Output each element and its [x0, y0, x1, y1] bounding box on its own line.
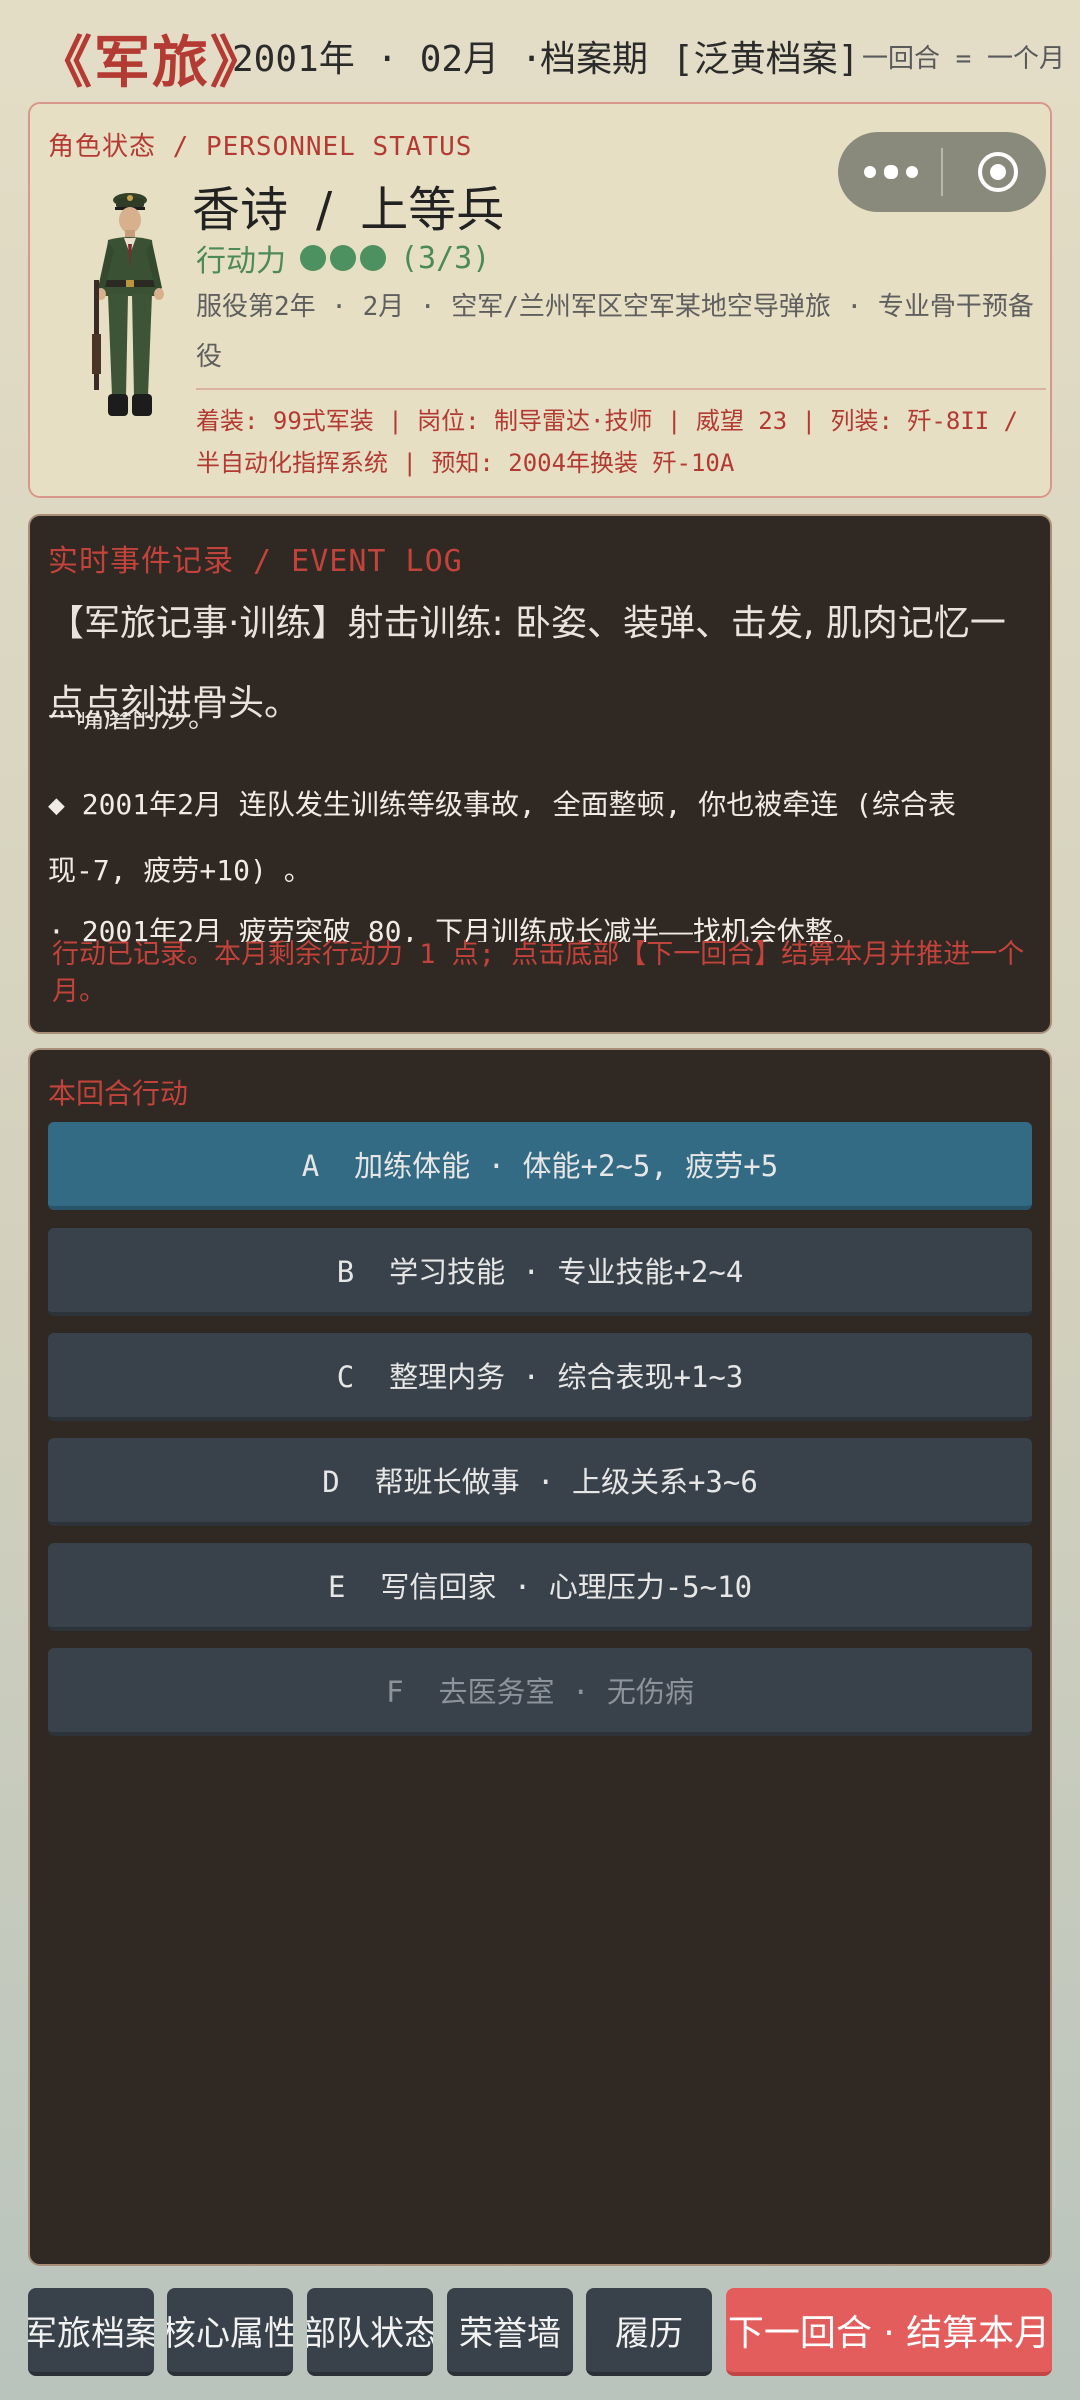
nav-tab-unit-status[interactable]: 部队状态 [307, 2288, 433, 2376]
card-divider [196, 388, 1046, 390]
turn-action-panel: 本回合行动 A 加练体能 · 体能+2~5, 疲劳+5 B 学习技能 · 专业技… [28, 1048, 1052, 2266]
action-button-e[interactable]: E 写信回家 · 心理压力-5~10 [48, 1543, 1032, 1631]
action-button-c[interactable]: C 整理内务 · 综合表现+1~3 [48, 1333, 1032, 1421]
event-fragment: 一嘴磨的沙。 [48, 712, 217, 734]
soldier-avatar [92, 193, 164, 416]
period-label: 档案期 [540, 39, 649, 80]
action-button-b[interactable]: B 学习技能 · 专业技能+2~4 [48, 1228, 1032, 1316]
target-circle-icon[interactable] [978, 152, 1018, 192]
current-date: 2001年 · 02月 · [232, 39, 543, 80]
status-card-title: 角色状态 / PERSONNEL STATUS [48, 132, 473, 162]
soldier-name-rank: 香诗 / 上等兵 [192, 170, 504, 240]
event-log-title: 实时事件记录 / EVENT LOG [48, 544, 463, 579]
nav-tab-attributes[interactable]: 核心属性 [167, 2288, 293, 2376]
next-turn-button[interactable]: 下一回合 · 结算本月 [726, 2288, 1052, 2376]
nav-tab-history[interactable]: 履历 [586, 2288, 712, 2376]
equipment-info: 着装: 99式军装 | 岗位: 制导雷达·技师 | 威望 23 | 列装: 歼-… [196, 407, 1019, 477]
soldier-name: 香诗 [192, 182, 289, 238]
action-points-label: 行动力 [196, 244, 286, 279]
capsule-divider [941, 148, 943, 196]
theme-tag: [泛黄档案] [672, 39, 860, 80]
event-entry: ◆ 2001年2月 连队发生训练等级事故, 全面整顿, 你也被牵连 (综合表现-… [48, 788, 957, 887]
soldier-rank: 上等兵 [360, 182, 505, 238]
name-separator: / [316, 182, 333, 238]
action-button-d[interactable]: D 帮班长做事 · 上级关系+3~6 [48, 1438, 1032, 1526]
nav-tab-honor-wall[interactable]: 荣誉墙 [447, 2288, 573, 2376]
action-points: 行动力 (3/3) [196, 236, 490, 280]
personnel-status-card: 角色状态 / PERSONNEL STATUS 香诗 / 上等兵 行动力 (3/… [28, 102, 1052, 498]
turn-note: 一回合 = 一个月 [862, 44, 1065, 74]
top-header: 《军旅》 2001年 · 02月 · 档案期 [泛黄档案] 一回合 = 一个月 [0, 0, 1080, 104]
miniprogram-capsule [838, 132, 1046, 212]
action-points-count: (3/3) [400, 240, 491, 276]
event-status-text: 行动已记录。本月剩余行动力 1 点; 点击底部【下一回合】结算本月并推进一个月。 [52, 939, 1025, 1007]
more-dots-icon[interactable] [860, 152, 922, 192]
action-button-a[interactable]: A 加练体能 · 体能+2~5, 疲劳+5 [48, 1122, 1032, 1210]
action-panel-title: 本回合行动 [48, 1077, 189, 1110]
event-log-panel: 实时事件记录 / EVENT LOG 【军旅记事·训练】射击训练: 卧姿、装弹、… [28, 514, 1052, 1034]
event-log-scroll[interactable]: 一嘴磨的沙。 ◆ 2001年2月 连队发生训练等级事故, 全面整顿, 你也被牵连… [48, 712, 1038, 942]
action-button-f[interactable]: F 去医务室 · 无伤病 [48, 1648, 1032, 1736]
action-points-dots [300, 245, 386, 271]
nav-tab-archive[interactable]: 军旅档案 [28, 2288, 154, 2376]
service-info: 服役第2年 · 2月 · 空军/兰州军区空军某地空导弹旅 · 专业骨干预备役 [196, 292, 1034, 372]
